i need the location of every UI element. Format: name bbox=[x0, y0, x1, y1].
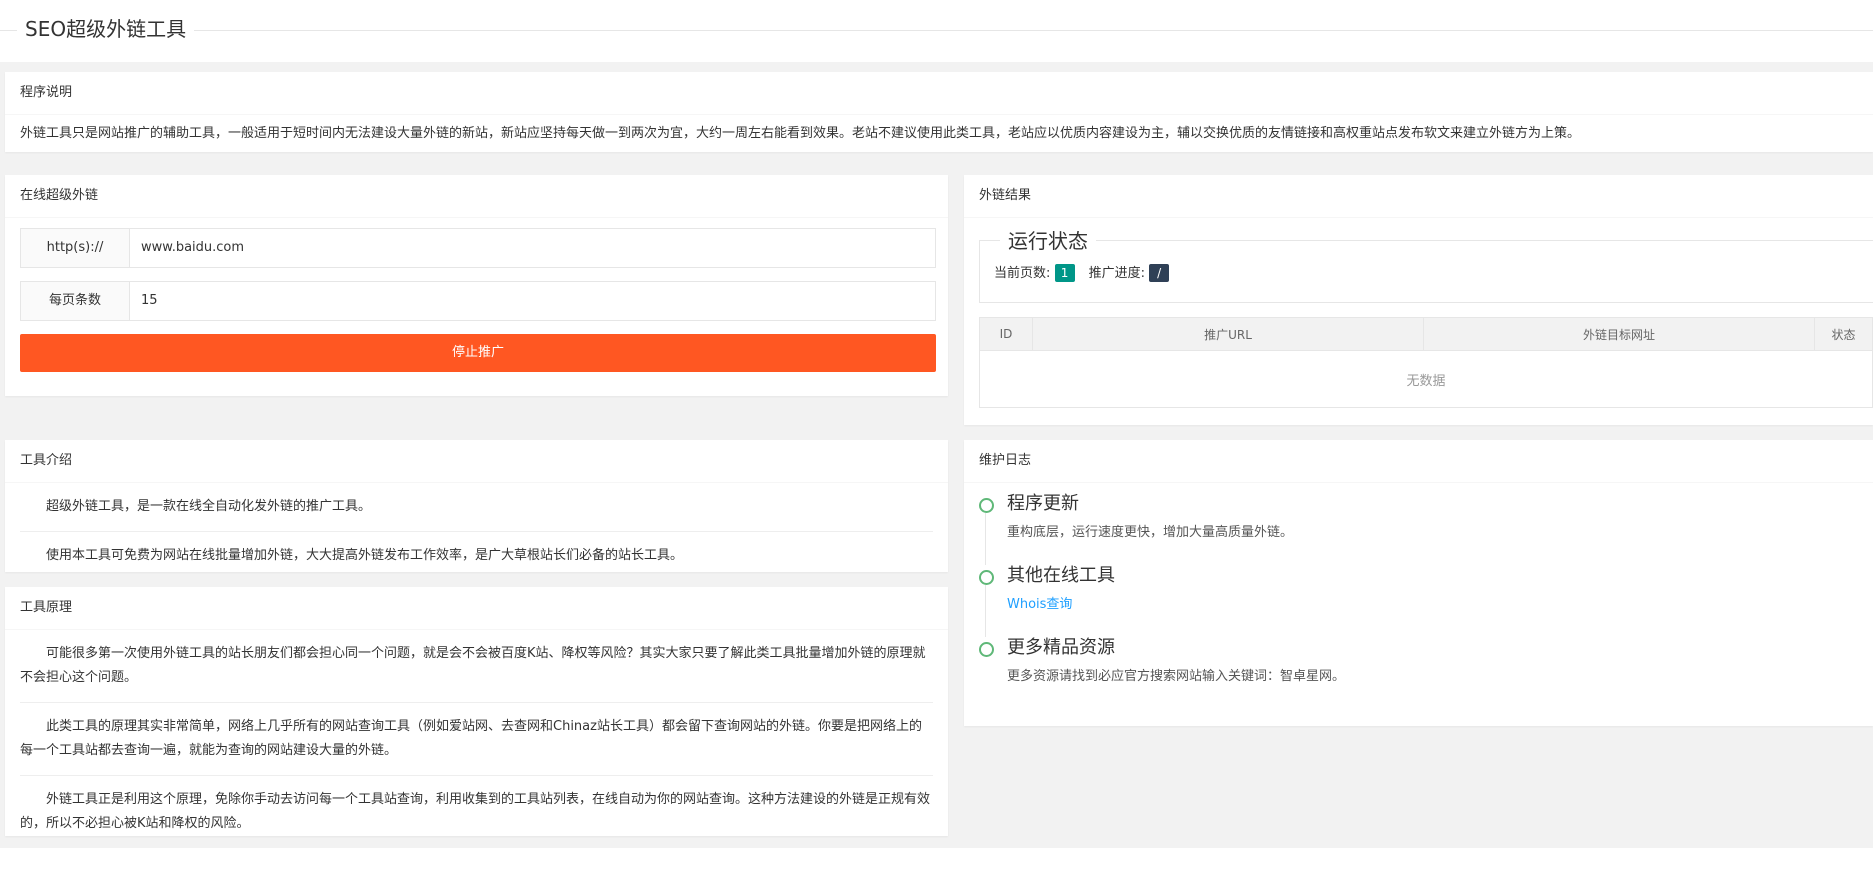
intro-paragraph: 使用本工具可免费为网站在线批量增加外链，大大提高外链发布工作效率，是广大草根站长… bbox=[46, 548, 684, 563]
result-card: 外链结果 运行状态 当前页数: 1 推广进度: / ID 推广URL 外链目标网… bbox=[964, 175, 1873, 425]
col-target: 外链目标网址 bbox=[1423, 317, 1815, 351]
url-input[interactable] bbox=[131, 229, 931, 265]
timeline: 程序更新 重构底层，运行速度更快，增加大量高质量外链。 其他在线工具 Whois… bbox=[979, 492, 1849, 708]
per-page-input[interactable] bbox=[131, 282, 931, 318]
intro-paragraph: 超级外链工具，是一款在线全自动化发外链的推广工具。 bbox=[20, 483, 933, 532]
timeline-dot-icon bbox=[979, 570, 994, 585]
principle-card: 工具原理 可能很多第一次使用外链工具的站长朋友们都会担心同一个问题，就是会不会被… bbox=[5, 587, 948, 836]
program-text: 外链工具只是网站推广的辅助工具，一般适用于短时间内无法建设大量外链的新站，新站应… bbox=[20, 126, 1581, 141]
col-id: ID bbox=[979, 317, 1033, 351]
timeline-text: 更多资源请找到必应官方搜索网站输入关键词：智卓星网。 bbox=[1007, 669, 1346, 684]
timeline-link-wrap: Whois查询 bbox=[1007, 594, 1849, 616]
page-title: SEO超级外链工具 bbox=[17, 16, 195, 42]
program-card: 程序说明 外链工具只是网站推广的辅助工具，一般适用于短时间内无法建设大量外链的新… bbox=[5, 72, 1873, 152]
whois-link[interactable]: Whois查询 bbox=[1007, 597, 1072, 612]
principle-body: 可能很多第一次使用外链工具的站长朋友们都会担心同一个问题，就是会不会被百度K站、… bbox=[5, 630, 948, 848]
per-page-label: 每页条数 bbox=[21, 282, 130, 320]
progress-label: 推广进度: bbox=[1088, 266, 1146, 281]
status-legend: 运行状态 bbox=[1000, 229, 1096, 253]
timeline-dot-icon bbox=[979, 498, 994, 513]
principle-header: 工具原理 bbox=[5, 587, 948, 630]
principle-paragraph: 可能很多第一次使用外链工具的站长朋友们都会担心同一个问题，就是会不会被百度K站、… bbox=[20, 630, 933, 703]
timeline-item: 其他在线工具 Whois查询 bbox=[979, 564, 1849, 637]
intro-card: 工具介绍 超级外链工具，是一款在线全自动化发外链的推广工具。 使用本工具可免费为… bbox=[5, 440, 948, 572]
status-fieldset: 运行状态 当前页数: 1 推广进度: / bbox=[979, 229, 1873, 303]
online-card: 在线超级外链 http(s):// 每页条数 停止推广 bbox=[5, 175, 948, 396]
principle-paragraph: 外链工具正是利用这个原理，免除你手动去访问每一个工具站查询，利用收集到的工具站列… bbox=[20, 792, 931, 831]
timeline-item: 程序更新 重构底层，运行速度更快，增加大量高质量外链。 bbox=[979, 492, 1849, 565]
result-table: ID 推广URL 外链目标网址 状态 无数据 bbox=[979, 317, 1873, 408]
stop-button[interactable]: 停止推广 bbox=[20, 334, 936, 372]
col-status: 状态 bbox=[1814, 317, 1873, 351]
timeline-title: 程序更新 bbox=[1007, 493, 1079, 514]
top-bar: SEO超级外链工具 bbox=[0, 0, 1873, 62]
timeline-line bbox=[985, 513, 986, 565]
timeline-text: 重构底层，运行速度更快，增加大量高质量外链。 bbox=[1007, 525, 1294, 540]
online-header: 在线超级外链 bbox=[5, 175, 948, 218]
per-page-row: 每页条数 bbox=[20, 281, 936, 321]
log-card: 维护日志 程序更新 重构底层，运行速度更快，增加大量高质量外链。 其他在线工具 … bbox=[964, 440, 1873, 726]
timeline-line bbox=[985, 585, 986, 637]
principle-paragraph: 此类工具的原理其实非常简单，网络上几乎所有的网站查询工具（例如爱站网、去查网和C… bbox=[20, 703, 933, 776]
intro-body: 超级外链工具，是一款在线全自动化发外链的推广工具。 使用本工具可免费为网站在线批… bbox=[5, 483, 948, 580]
timeline-item: 更多精品资源 更多资源请找到必应官方搜索网站输入关键词：智卓星网。 bbox=[979, 636, 1849, 700]
log-header: 维护日志 bbox=[964, 440, 1873, 483]
timeline-title: 更多精品资源 bbox=[1007, 637, 1115, 658]
program-header: 程序说明 bbox=[5, 72, 1873, 115]
url-row: http(s):// bbox=[20, 228, 936, 268]
url-label: http(s):// bbox=[21, 229, 130, 267]
current-page-label: 当前页数: bbox=[994, 266, 1051, 281]
status-row: 当前页数: 1 推广进度: / bbox=[994, 264, 1179, 283]
result-table-header: ID 推广URL 外链目标网址 状态 bbox=[979, 317, 1873, 351]
timeline-dot-icon bbox=[979, 642, 994, 657]
current-page-badge: 1 bbox=[1054, 264, 1075, 282]
col-url: 推广URL bbox=[1032, 317, 1424, 351]
empty-text: 无数据 bbox=[979, 350, 1873, 408]
result-header: 外链结果 bbox=[964, 175, 1873, 218]
timeline-title: 其他在线工具 bbox=[1007, 565, 1115, 586]
title-divider bbox=[0, 30, 1873, 31]
progress-badge: / bbox=[1149, 264, 1170, 282]
intro-header: 工具介绍 bbox=[5, 440, 948, 483]
table-row-empty: 无数据 bbox=[979, 350, 1873, 408]
